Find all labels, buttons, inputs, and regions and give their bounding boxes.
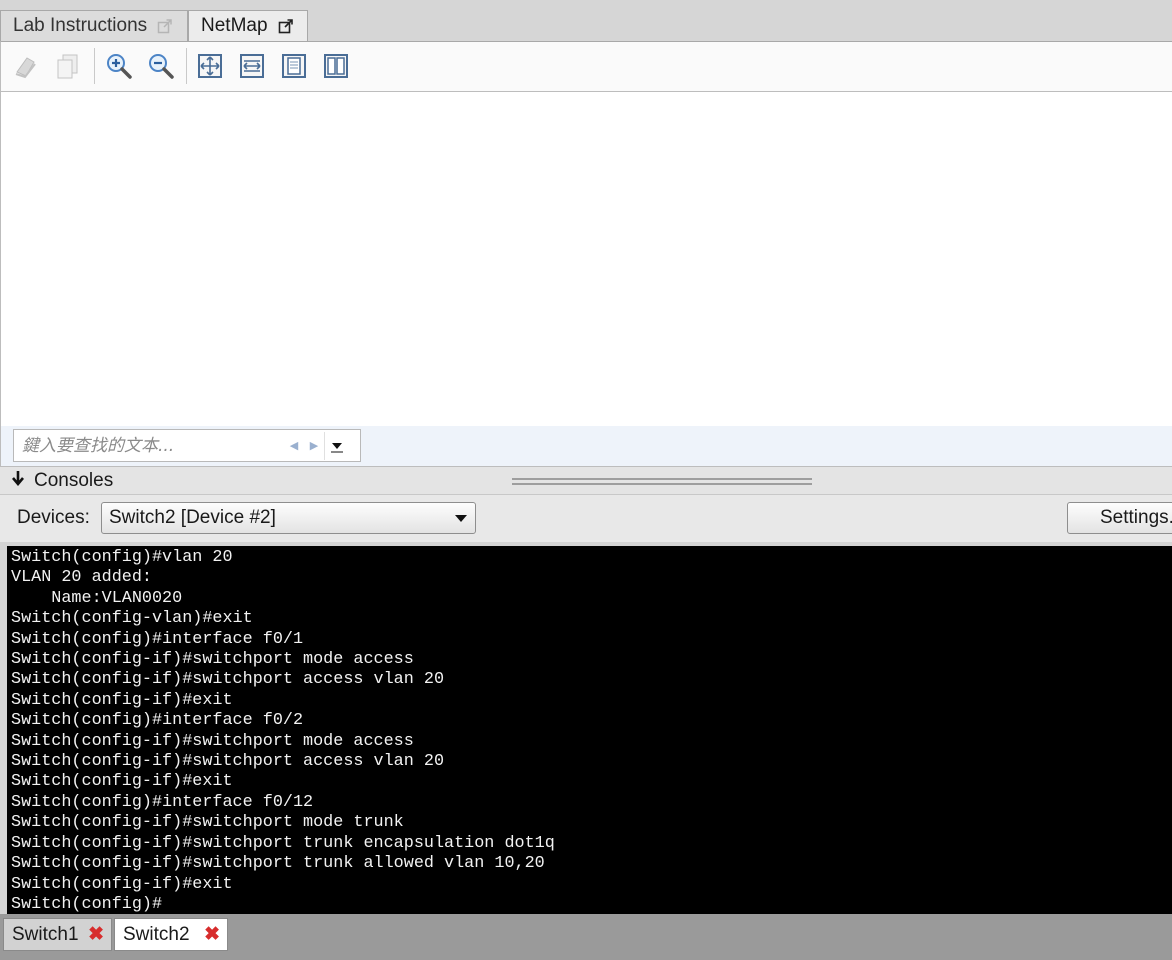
tab-netmap[interactable]: NetMap — [188, 10, 308, 41]
find-next-icon[interactable]: ▶ — [304, 439, 324, 452]
devices-row: Devices: Switch2 [Device #2] Settings... — [0, 495, 1172, 542]
terminal-line: VLAN 20 added: — [11, 568, 152, 588]
external-link-icon[interactable] — [157, 18, 173, 34]
chevron-down-icon — [455, 515, 467, 522]
settings-button[interactable]: Settings... — [1067, 502, 1172, 534]
terminal-line: Switch(config-if)#switchport mode access — [11, 731, 414, 751]
fit-page-icon[interactable] — [195, 51, 225, 81]
find-input[interactable] — [14, 430, 284, 461]
close-icon[interactable]: ✖ — [88, 925, 104, 944]
collapse-arrow-icon[interactable] — [10, 470, 26, 491]
console-tab-switch1[interactable]: Switch1 ✖ — [3, 918, 112, 951]
terminal-line: Switch(config-if)#switchport mode access — [11, 650, 414, 670]
terminal-line: Switch(config-vlan)#exit — [11, 609, 253, 629]
terminal-line: Name:VLAN0020 — [11, 588, 183, 608]
terminal-line: Switch(config-if)#switchport access vlan… — [11, 670, 445, 690]
toolbar-divider — [94, 48, 95, 84]
tab-netmap-label: NetMap — [201, 15, 268, 36]
terminal-line: Switch(config-if)#switchport trunk encap… — [11, 833, 555, 853]
console-tab-label: Switch1 — [12, 923, 79, 945]
single-page-icon[interactable] — [279, 51, 309, 81]
terminal-line: Switch(config-if)#exit — [11, 772, 233, 792]
terminal-prompt-line: Switch(config)# — [11, 894, 163, 914]
console-tab-switch2[interactable]: Switch2 ✖ — [114, 918, 228, 951]
zoom-out-icon[interactable] — [146, 51, 176, 81]
terminal-line: Switch(config-if)#exit — [11, 690, 233, 710]
tab-lab-instructions[interactable]: Lab Instructions — [0, 10, 188, 41]
devices-label: Devices: — [17, 507, 90, 528]
find-box: ◀ ▶ — [13, 429, 361, 462]
copy-icon[interactable] — [53, 51, 83, 81]
find-options-dropdown[interactable] — [324, 431, 348, 460]
console-tab-bar: Switch1 ✖ Switch2 ✖ — [0, 914, 1172, 960]
terminal-line: Switch(config-if)#switchport mode trunk — [11, 813, 404, 833]
find-bar: ◀ ▶ — [0, 426, 1172, 466]
terminal-line: Switch(config)#interface f0/2 — [11, 711, 304, 731]
tab-lab-instructions-label: Lab Instructions — [13, 15, 148, 36]
document-toolbar — [0, 41, 1172, 92]
close-icon[interactable]: ✖ — [204, 925, 220, 944]
two-page-icon[interactable] — [321, 51, 351, 81]
toolbar-divider — [186, 48, 187, 84]
console-terminal[interactable]: Switch(config)#vlan 20 VLAN 20 added: Na… — [7, 546, 1172, 914]
terminal-line: Switch(config)#interface f0/12 — [11, 792, 314, 812]
print-icon[interactable] — [11, 51, 41, 81]
terminal-line: Switch(config)#interface f0/1 — [11, 629, 304, 649]
app-window: Lab Instructions NetMap 鍵入要查找的文本... ◀ ▶ … — [0, 0, 1172, 960]
device-select-value: Switch2 [Device #2] — [109, 507, 276, 528]
consoles-panel-header[interactable]: Consoles — [0, 466, 1172, 495]
external-link-icon[interactable] — [278, 18, 294, 34]
panel-resize-grip[interactable] — [512, 478, 812, 485]
terminal-line: Switch(config-if)#switchport access vlan… — [11, 752, 445, 772]
console-tab-label: Switch2 — [123, 923, 190, 945]
consoles-title: Consoles — [34, 469, 114, 491]
fit-width-icon[interactable] — [237, 51, 267, 81]
document-viewer[interactable] — [0, 92, 1172, 426]
top-tab-bar: Lab Instructions NetMap — [0, 0, 1172, 41]
terminal-line: Switch(config-if)#exit — [11, 874, 233, 894]
terminal-line: Switch(config)#vlan 20 — [11, 548, 233, 567]
device-select[interactable]: Switch2 [Device #2] — [101, 502, 476, 534]
terminal-line: Switch(config-if)#switchport trunk allow… — [11, 854, 545, 874]
find-previous-icon[interactable]: ◀ — [284, 439, 304, 452]
zoom-in-icon[interactable] — [104, 51, 134, 81]
